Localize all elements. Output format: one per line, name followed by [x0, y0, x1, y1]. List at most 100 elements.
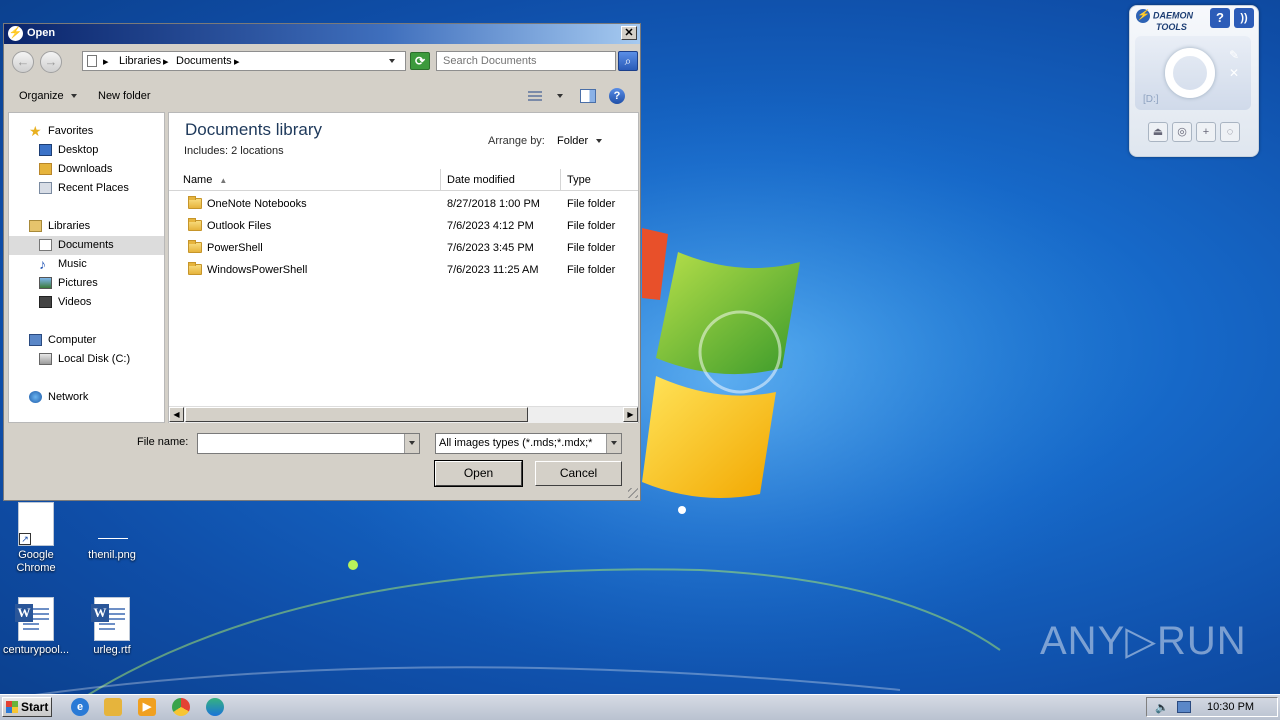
horizontal-scrollbar[interactable]: ◀ ▶: [169, 406, 638, 423]
file-date: 8/27/2018 1:00 PM: [447, 198, 540, 210]
nav-documents[interactable]: Documents: [9, 236, 164, 255]
mount-icon[interactable]: ⏏: [1148, 122, 1168, 142]
desktop-icon-label: Google Chrome: [16, 549, 56, 574]
help-button[interactable]: ?: [1210, 8, 1230, 28]
cancel-button[interactable]: Cancel: [535, 461, 622, 486]
desktop-icon-label: centurypool...: [2, 644, 70, 656]
rss-icon[interactable]: )): [1234, 8, 1254, 28]
nav-local-disk[interactable]: Local Disk (C:): [9, 350, 164, 369]
breadcrumb-libraries[interactable]: Libraries: [119, 55, 161, 67]
navigation-bar: ← → ▸ Libraries ▸ Documents ▸ ⟳ ⌕: [8, 48, 638, 78]
nav-label: Desktop: [58, 144, 99, 156]
close-button[interactable]: ✕: [621, 26, 637, 40]
view-options-icon[interactable]: [528, 89, 544, 103]
dialog-title: Open: [27, 27, 56, 39]
nav-recent-places[interactable]: Recent Places: [9, 179, 164, 198]
daemon-app-icon: ⚡: [8, 26, 23, 41]
file-row[interactable]: OneNote Notebooks 8/27/2018 1:00 PM File…: [169, 193, 638, 215]
help-icon[interactable]: ?: [609, 88, 625, 104]
column-header-name[interactable]: Name ▲: [177, 169, 441, 191]
nav-label: Computer: [48, 334, 97, 346]
chrome-icon[interactable]: [172, 698, 190, 716]
nav-favorites[interactable]: ★ Favorites: [9, 122, 164, 141]
nav-network[interactable]: Network: [9, 388, 164, 407]
scroll-thumb[interactable]: [185, 407, 528, 422]
view-dropdown-icon[interactable]: [557, 90, 563, 102]
wrench-icon[interactable]: ✎: [1229, 48, 1239, 62]
unmount-icon[interactable]: ✕: [1229, 66, 1239, 80]
desktop-icon-centurypool[interactable]: W centurypool...: [0, 597, 72, 657]
daemon-tool-buttons: ⏏ ◎ + ◌: [1130, 122, 1258, 142]
column-header-type[interactable]: Type: [561, 169, 639, 191]
file-type-select[interactable]: All images types (*.mds;*.mdx;*: [435, 433, 622, 454]
refresh-button[interactable]: ⟳: [410, 52, 430, 70]
internet-explorer-icon[interactable]: e: [71, 698, 89, 716]
dialog-titlebar[interactable]: ⚡ Open ✕: [4, 24, 640, 44]
column-header-date[interactable]: Date modified: [441, 169, 561, 191]
nav-desktop[interactable]: Desktop: [9, 141, 164, 160]
nav-downloads[interactable]: Downloads: [9, 160, 164, 179]
desktop-icon-label: thenil.png: [88, 549, 136, 561]
recent-places-icon: [39, 182, 52, 194]
file-list-pane: Documents library Includes: 2 locations …: [168, 112, 639, 423]
file-explorer-icon[interactable]: [104, 698, 122, 716]
nav-libraries[interactable]: Libraries: [9, 217, 164, 236]
breadcrumb-separator: ▸: [234, 56, 240, 68]
nav-videos[interactable]: Videos: [9, 293, 164, 312]
clock[interactable]: 10:30 PM: [1207, 701, 1254, 713]
command-toolbar: Organize New folder ?: [4, 84, 640, 110]
nav-label: Videos: [58, 296, 92, 308]
breadcrumb-documents[interactable]: Documents: [176, 55, 232, 67]
word-document-icon: W: [91, 597, 130, 641]
file-row[interactable]: PowerShell 7/6/2023 3:45 PM File folder: [169, 237, 638, 259]
disc-icon: [1165, 48, 1215, 98]
back-button[interactable]: ←: [12, 51, 34, 73]
search-icon[interactable]: ⌕: [618, 51, 638, 71]
nav-label: Favorites: [48, 125, 94, 137]
file-name-input[interactable]: [197, 433, 420, 454]
volume-icon[interactable]: 🔈: [1155, 701, 1169, 714]
file-row[interactable]: WindowsPowerShell 7/6/2023 11:25 AM File…: [169, 259, 638, 281]
edge-icon[interactable]: [206, 698, 224, 716]
file-row[interactable]: Outlook Files 7/6/2023 4:12 PM File fold…: [169, 215, 638, 237]
add-drive-icon[interactable]: +: [1196, 122, 1216, 142]
start-button[interactable]: Start: [2, 697, 52, 717]
remove-drive-icon[interactable]: ◌: [1220, 122, 1240, 142]
windows-logo-icon: [6, 701, 18, 713]
scroll-left-icon[interactable]: ◀: [169, 407, 184, 422]
daemon-tools-gadget[interactable]: ⚡ DAEMON TOOLS ? )) [D:] ✎ ✕ ⏏ ◎ + ◌: [1129, 5, 1259, 157]
file-icon: ↗: [18, 502, 54, 546]
new-folder-button[interactable]: New folder: [98, 90, 151, 102]
preview-pane-icon[interactable]: [580, 89, 596, 103]
file-type: File folder: [567, 220, 616, 232]
virtual-drive-panel[interactable]: [D:] ✎ ✕: [1135, 36, 1251, 110]
videos-icon: [39, 296, 52, 308]
arrange-by-dropdown[interactable]: Folder: [557, 135, 603, 147]
open-button[interactable]: Open: [434, 460, 523, 487]
address-dropdown-icon[interactable]: [389, 55, 395, 67]
system-tray: 🔈 10:30 PM: [1146, 697, 1278, 717]
file-type-dropdown-icon[interactable]: [606, 434, 621, 453]
media-player-icon[interactable]: ▶: [138, 698, 156, 716]
network-status-icon[interactable]: [1177, 701, 1191, 713]
resize-grip-icon[interactable]: [628, 488, 638, 498]
address-bar[interactable]: ▸ Libraries ▸ Documents ▸: [82, 51, 406, 71]
scroll-right-icon[interactable]: ▶: [623, 407, 638, 422]
column-label: Name: [183, 174, 213, 186]
lightning-icon: ⚡: [1136, 9, 1150, 23]
organize-button[interactable]: Organize: [19, 90, 77, 102]
folder-icon: [188, 262, 202, 275]
search-input[interactable]: [436, 51, 616, 71]
desktop-icon-thenil-png[interactable]: thenil.png: [76, 502, 148, 562]
forward-button[interactable]: →: [40, 51, 62, 73]
file-name-dropdown-icon[interactable]: [404, 434, 419, 453]
library-title: Documents library: [185, 120, 322, 139]
nav-computer[interactable]: Computer: [9, 331, 164, 350]
file-date: 7/6/2023 3:45 PM: [447, 242, 534, 254]
nav-pictures[interactable]: Pictures: [9, 274, 164, 293]
nav-music[interactable]: ♪ Music: [9, 255, 164, 274]
image-catalog-icon[interactable]: ◎: [1172, 122, 1192, 142]
logo-text: DAEMON: [1153, 10, 1193, 21]
desktop-icon-urleg-rtf[interactable]: W urleg.rtf: [76, 597, 148, 657]
desktop-icon-google-chrome[interactable]: ↗ Google Chrome: [0, 502, 72, 575]
